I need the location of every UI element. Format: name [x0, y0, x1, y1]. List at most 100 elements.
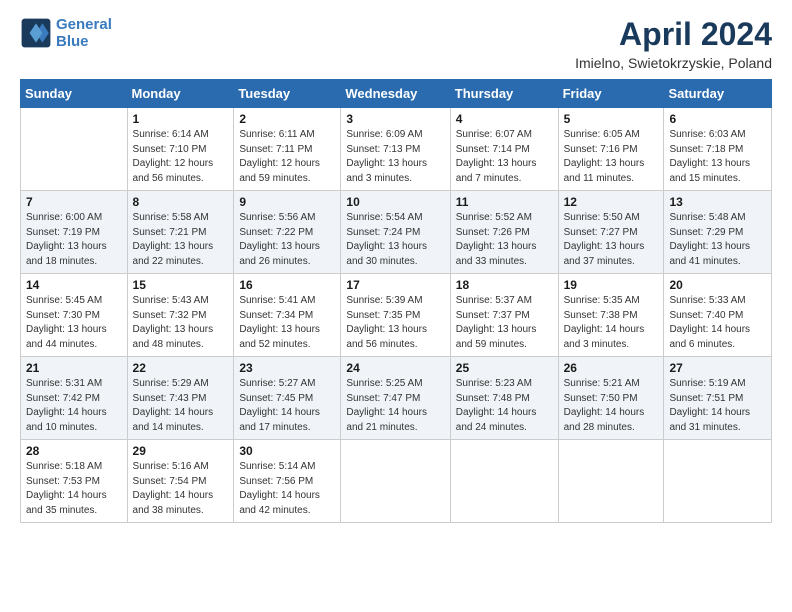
day-cell: 13 Sunrise: 5:48 AM Sunset: 7:29 PM Dayli…: [664, 191, 772, 274]
page: General Blue April 2024 Imielno, Swietok…: [0, 0, 792, 612]
day-info: Sunrise: 5:16 AM Sunset: 7:54 PM Dayligh…: [133, 460, 229, 518]
day-cell: 20 Sunrise: 5:33 AM Sunset: 7:40 PM Dayli…: [664, 274, 772, 357]
day-number: 24: [346, 361, 444, 375]
day-number: 20: [669, 278, 766, 292]
week-row-2: 7 Sunrise: 6:00 AM Sunset: 7:19 PM Daylig…: [21, 191, 772, 274]
header-monday: Monday: [127, 80, 234, 108]
day-cell: 3Sunrise: 6:09 AM Sunset: 7:13 PM Daylig…: [341, 108, 450, 191]
day-info: Sunrise: 5:19 AM Sunset: 7:51 PM Dayligh…: [669, 377, 766, 435]
day-info: Sunrise: 5:31 AM Sunset: 7:42 PM Dayligh…: [26, 377, 122, 435]
header: General Blue April 2024 Imielno, Swietok…: [20, 16, 772, 71]
day-number: 12: [564, 195, 659, 209]
day-info: Sunrise: 5:35 AM Sunset: 7:38 PM Dayligh…: [564, 294, 659, 352]
day-cell: 10 Sunrise: 5:54 AM Sunset: 7:24 PM Dayli…: [341, 191, 450, 274]
day-info: Sunrise: 5:23 AM Sunset: 7:48 PM Dayligh…: [456, 377, 553, 435]
day-cell: 25 Sunrise: 5:23 AM Sunset: 7:48 PM Dayli…: [450, 357, 558, 440]
day-cell: 8 Sunrise: 5:58 AM Sunset: 7:21 PM Daylig…: [127, 191, 234, 274]
calendar-header: Sunday Monday Tuesday Wednesday Thursday…: [21, 80, 772, 108]
day-number: 2: [239, 112, 335, 126]
day-info: Sunrise: 5:41 AM Sunset: 7:34 PM Dayligh…: [239, 294, 335, 352]
day-cell: 24 Sunrise: 5:25 AM Sunset: 7:47 PM Dayli…: [341, 357, 450, 440]
day-info: Sunrise: 5:58 AM Sunset: 7:21 PM Dayligh…: [133, 211, 229, 269]
week-row-1: 1 Sunrise: 6:14 AM Sunset: 7:10 PM Daylig…: [21, 108, 772, 191]
day-info: Sunrise: 6:05 AM Sunset: 7:16 PM Dayligh…: [564, 128, 659, 186]
day-cell: 19 Sunrise: 5:35 AM Sunset: 7:38 PM Dayli…: [558, 274, 664, 357]
day-info: Sunrise: 5:56 AM Sunset: 7:22 PM Dayligh…: [239, 211, 335, 269]
day-number: 25: [456, 361, 553, 375]
day-number: 19: [564, 278, 659, 292]
week-row-4: 21 Sunrise: 5:31 AM Sunset: 7:42 PM Dayli…: [21, 357, 772, 440]
day-cell: [664, 440, 772, 523]
day-info: Sunrise: 5:48 AM Sunset: 7:29 PM Dayligh…: [669, 211, 766, 269]
day-info: Sunrise: 6:00 AM Sunset: 7:19 PM Dayligh…: [26, 211, 122, 269]
logo: General Blue: [20, 16, 112, 51]
day-cell: 22Sunrise: 5:29 AM Sunset: 7:43 PM Dayli…: [127, 357, 234, 440]
day-number: 7: [26, 195, 122, 209]
day-cell: 7 Sunrise: 6:00 AM Sunset: 7:19 PM Daylig…: [21, 191, 128, 274]
day-cell: 11Sunrise: 5:52 AM Sunset: 7:26 PM Dayli…: [450, 191, 558, 274]
day-number: 6: [669, 112, 766, 126]
day-cell: 18 Sunrise: 5:37 AM Sunset: 7:37 PM Dayli…: [450, 274, 558, 357]
day-cell: 27 Sunrise: 5:19 AM Sunset: 7:51 PM Dayli…: [664, 357, 772, 440]
day-info: Sunrise: 5:50 AM Sunset: 7:27 PM Dayligh…: [564, 211, 659, 269]
day-info: Sunrise: 5:25 AM Sunset: 7:47 PM Dayligh…: [346, 377, 444, 435]
header-row: Sunday Monday Tuesday Wednesday Thursday…: [21, 80, 772, 108]
day-cell: 23Sunrise: 5:27 AM Sunset: 7:45 PM Dayli…: [234, 357, 341, 440]
day-info: Sunrise: 5:54 AM Sunset: 7:24 PM Dayligh…: [346, 211, 444, 269]
header-friday: Friday: [558, 80, 664, 108]
day-number: 3: [346, 112, 444, 126]
month-title: April 2024: [575, 16, 772, 53]
calendar-table: Sunday Monday Tuesday Wednesday Thursday…: [20, 79, 772, 523]
day-info: Sunrise: 5:37 AM Sunset: 7:37 PM Dayligh…: [456, 294, 553, 352]
day-number: 29: [133, 444, 229, 458]
week-row-3: 14Sunrise: 5:45 AM Sunset: 7:30 PM Dayli…: [21, 274, 772, 357]
day-info: Sunrise: 5:27 AM Sunset: 7:45 PM Dayligh…: [239, 377, 335, 435]
day-number: 17: [346, 278, 444, 292]
day-number: 9: [239, 195, 335, 209]
day-cell: 16 Sunrise: 5:41 AM Sunset: 7:34 PM Dayli…: [234, 274, 341, 357]
day-cell: 15Sunrise: 5:43 AM Sunset: 7:32 PM Dayli…: [127, 274, 234, 357]
day-cell: 9 Sunrise: 5:56 AM Sunset: 7:22 PM Daylig…: [234, 191, 341, 274]
day-cell: 26Sunrise: 5:21 AM Sunset: 7:50 PM Dayli…: [558, 357, 664, 440]
day-number: 10: [346, 195, 444, 209]
logo-text: General Blue: [56, 16, 112, 51]
logo-icon: [20, 17, 52, 49]
day-cell: 28 Sunrise: 5:18 AM Sunset: 7:53 PM Dayli…: [21, 440, 128, 523]
week-row-5: 28 Sunrise: 5:18 AM Sunset: 7:53 PM Dayli…: [21, 440, 772, 523]
day-info: Sunrise: 5:21 AM Sunset: 7:50 PM Dayligh…: [564, 377, 659, 435]
day-number: 13: [669, 195, 766, 209]
day-info: Sunrise: 6:03 AM Sunset: 7:18 PM Dayligh…: [669, 128, 766, 186]
day-number: 1: [133, 112, 229, 126]
calendar-body: 1 Sunrise: 6:14 AM Sunset: 7:10 PM Daylig…: [21, 108, 772, 523]
day-info: Sunrise: 6:11 AM Sunset: 7:11 PM Dayligh…: [239, 128, 335, 186]
day-number: 4: [456, 112, 553, 126]
day-info: Sunrise: 5:39 AM Sunset: 7:35 PM Dayligh…: [346, 294, 444, 352]
day-cell: 12 Sunrise: 5:50 AM Sunset: 7:27 PM Dayli…: [558, 191, 664, 274]
day-cell: 14Sunrise: 5:45 AM Sunset: 7:30 PM Dayli…: [21, 274, 128, 357]
day-number: 14: [26, 278, 122, 292]
header-saturday: Saturday: [664, 80, 772, 108]
day-number: 30: [239, 444, 335, 458]
day-cell: [21, 108, 128, 191]
day-number: 28: [26, 444, 122, 458]
day-number: 5: [564, 112, 659, 126]
day-number: 27: [669, 361, 766, 375]
day-number: 18: [456, 278, 553, 292]
day-cell: [558, 440, 664, 523]
day-number: 22: [133, 361, 229, 375]
day-cell: 2 Sunrise: 6:11 AM Sunset: 7:11 PM Daylig…: [234, 108, 341, 191]
location: Imielno, Swietokrzyskie, Poland: [575, 55, 772, 71]
header-tuesday: Tuesday: [234, 80, 341, 108]
day-cell: 5 Sunrise: 6:05 AM Sunset: 7:16 PM Daylig…: [558, 108, 664, 191]
day-info: Sunrise: 6:14 AM Sunset: 7:10 PM Dayligh…: [133, 128, 229, 186]
day-cell: 21 Sunrise: 5:31 AM Sunset: 7:42 PM Dayli…: [21, 357, 128, 440]
header-wednesday: Wednesday: [341, 80, 450, 108]
header-sunday: Sunday: [21, 80, 128, 108]
day-number: 8: [133, 195, 229, 209]
day-number: 21: [26, 361, 122, 375]
day-info: Sunrise: 5:43 AM Sunset: 7:32 PM Dayligh…: [133, 294, 229, 352]
day-number: 16: [239, 278, 335, 292]
day-info: Sunrise: 5:33 AM Sunset: 7:40 PM Dayligh…: [669, 294, 766, 352]
day-info: Sunrise: 5:18 AM Sunset: 7:53 PM Dayligh…: [26, 460, 122, 518]
day-info: Sunrise: 6:07 AM Sunset: 7:14 PM Dayligh…: [456, 128, 553, 186]
